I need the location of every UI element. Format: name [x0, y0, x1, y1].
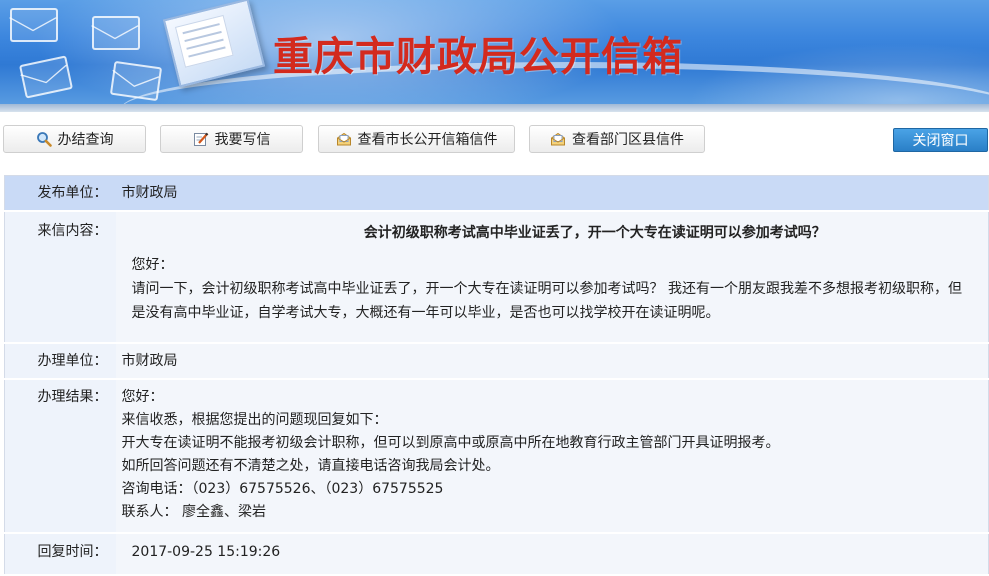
letter-content-label: 来信内容： [4, 211, 116, 344]
write-letter-label: 我要写信 [214, 132, 271, 148]
open-envelope-icon [336, 131, 352, 147]
open-envelope-icon [550, 131, 566, 147]
envelope-icon [92, 16, 140, 50]
result-line: 来信收悉，根据您提出的问题现回复如下： [121, 412, 388, 428]
publisher-label: 发布单位： [4, 175, 116, 212]
result-line: 开大专在读证明不能报考初级会计职称，但可以到原高中或原高中所在地教育行政主管部门… [121, 435, 780, 451]
mayor-mailbox-letters-label: 查看市长公开信箱信件 [357, 132, 498, 148]
pencil-edit-icon [193, 131, 209, 147]
query-closed-button[interactable]: 办结查询 [3, 125, 146, 153]
mayor-mailbox-letters-button[interactable]: 查看市长公开信箱信件 [318, 125, 515, 153]
letter-detail-table: 发布单位： 市财政局 来信内容： 会计初级职称考试高中毕业证丢了，开一个大专在读… [4, 175, 989, 576]
handler-row: 办理单位： 市财政局 [4, 343, 989, 380]
publisher-row: 发布单位： 市财政局 [4, 175, 989, 212]
department-district-letters-button[interactable]: 查看部门区县信件 [529, 125, 705, 153]
letter-body: 请问一下，会计初级职称考试高中毕业证丢了，开一个大专在读证明可以参加考试吗？ 我… [131, 281, 962, 321]
banner-bottom-bar [0, 104, 989, 112]
result-line: 咨询电话：（023）67575526、（023）67575525 [121, 481, 444, 497]
handler-label: 办理单位： [4, 343, 116, 380]
reply-time-row: 回复时间： 2017-09-25 15:19:26 [4, 533, 989, 576]
letter-greeting: 您好： [131, 257, 174, 273]
reply-time-value: 2017-09-25 15:19:26 [115, 533, 989, 576]
reply-time-label: 回复时间： [4, 533, 116, 576]
magnifier-icon [36, 131, 52, 147]
letter-content-row: 来信内容： 会计初级职称考试高中毕业证丢了，开一个大专在读证明可以参加考试吗？ … [4, 211, 989, 344]
department-district-letters-label: 查看部门区县信件 [572, 132, 684, 148]
letter-subject: 会计初级职称考试高中毕业证丢了，开一个大专在读证明可以参加考试吗？ [363, 225, 826, 241]
envelope-icon [109, 60, 163, 102]
site-title: 重庆市财政局公开信箱 [273, 34, 683, 80]
result-row: 办理结果： 您好： 来信收悉，根据您提出的问题现回复如下： 开大专在读证明不能报… [4, 379, 989, 534]
result-cell: 您好： 来信收悉，根据您提出的问题现回复如下： 开大专在读证明不能报考初级会计职… [115, 379, 989, 534]
write-letter-button[interactable]: 我要写信 [160, 125, 303, 153]
header-banner: 重庆市财政局公开信箱 [0, 0, 989, 108]
letter-content-cell: 会计初级职称考试高中毕业证丢了，开一个大专在读证明可以参加考试吗？ 您好： 请问… [115, 211, 989, 344]
result-line: 如所回答问题还有不清楚之处，请直接电话咨询我局会计处。 [121, 458, 500, 474]
result-line: 您好： [121, 389, 164, 405]
result-label: 办理结果： [4, 379, 116, 534]
result-line: 联系人： 廖全鑫、梁岩 [121, 504, 266, 520]
close-window-button[interactable]: 关闭窗口 [893, 128, 988, 152]
query-closed-label: 办结查询 [57, 132, 114, 148]
envelope-icon [10, 8, 58, 42]
publisher-value: 市财政局 [115, 175, 989, 212]
handler-value: 市财政局 [115, 343, 989, 380]
